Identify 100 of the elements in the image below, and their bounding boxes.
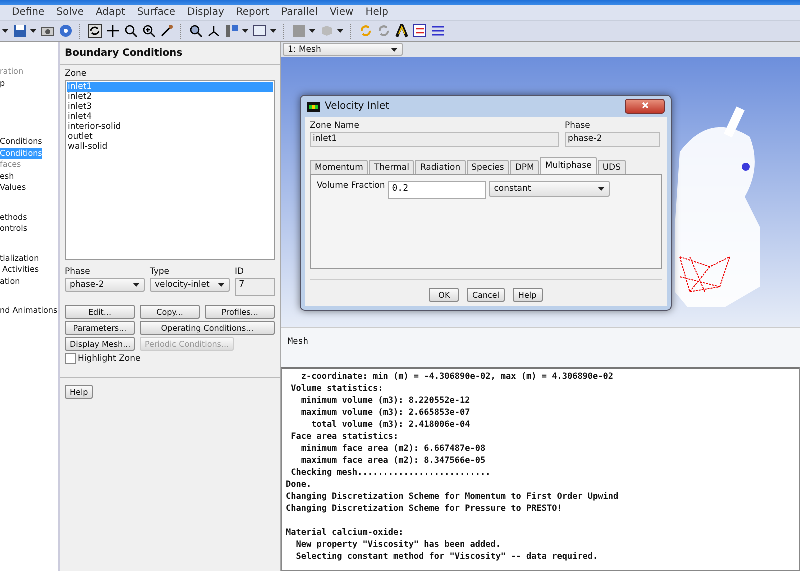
tree-item[interactable]: Activities [0, 265, 40, 274]
viewport-dropdown[interactable]: 1: Mesh [283, 43, 403, 56]
close-icon [642, 102, 648, 109]
tab[interactable]: Thermal [369, 160, 414, 174]
zone-name-label: Zone Name [310, 121, 360, 131]
console-line: Selecting constant method for "Viscosity" -- data required. [295, 551, 600, 563]
phase-dropdown[interactable]: phase-2 [65, 278, 145, 292]
zone-item[interactable]: outlet [67, 132, 273, 142]
zone-item[interactable]: inlet2 [67, 92, 273, 102]
zoom-icon[interactable] [123, 24, 138, 38]
list-icon[interactable] [430, 24, 445, 38]
type-dropdown[interactable]: velocity-inlet [150, 278, 230, 292]
id-field[interactable]: 7 [235, 278, 275, 296]
panel-button[interactable]: Edit... [65, 305, 135, 319]
tree-item[interactable]: esh [0, 172, 14, 180]
probe-icon[interactable] [159, 24, 174, 38]
console-line: Material calcium-oxide: [286, 527, 405, 539]
zone-list[interactable]: inlet1 inlet2 inlet3 inlet4 interior-solid outlet wall-solid [65, 80, 275, 260]
console-line: z-coordinate: min (m) = -4.306890e-02, max (m) = 4.306890e-02 [300, 371, 615, 383]
zone-item[interactable]: wall-solid [67, 142, 273, 152]
caret-icon [270, 29, 277, 33]
method-dropdown[interactable]: constant [489, 181, 610, 197]
phase-label: Phase [565, 121, 592, 131]
menu-item[interactable]: View [324, 7, 360, 18]
type-label: Type [150, 267, 171, 277]
tree-item[interactable]: Conditions [0, 137, 42, 146]
panel-button[interactable]: Parameters... [65, 321, 135, 335]
phase-label: Phase [65, 267, 92, 277]
zone-item[interactable]: inlet3 [67, 102, 273, 112]
panel-title: Boundary Conditions [60, 42, 280, 65]
panel-button[interactable]: Operating Conditions... [140, 321, 275, 335]
panel-button[interactable]: Profiles... [205, 305, 275, 319]
tree-item[interactable]: ation [0, 276, 20, 286]
caret-icon [133, 283, 140, 287]
rotate-icon[interactable] [87, 24, 102, 38]
move-icon[interactable] [105, 24, 120, 38]
menu-item[interactable]: Parallel [276, 7, 324, 18]
menu-item[interactable]: Solve [50, 7, 90, 18]
caret-icon [309, 29, 316, 33]
console-line: minimum face area (m2): 6.667487e-08 [300, 443, 487, 455]
tab[interactable]: DPM [510, 160, 540, 174]
dialog-button[interactable]: OK [429, 288, 460, 302]
zoom-in-icon[interactable] [141, 24, 156, 38]
menu-item[interactable]: Adapt [90, 7, 132, 18]
panel-button[interactable]: Copy... [140, 305, 200, 319]
caret-icon [391, 48, 398, 52]
tab[interactable]: UDS [598, 160, 626, 174]
zone-item[interactable]: inlet4 [67, 112, 273, 122]
checkbox[interactable] [65, 353, 76, 364]
help-icon[interactable] [58, 24, 73, 38]
volume-fraction-label: Volume Fraction [317, 181, 386, 191]
tab[interactable]: Momentum [310, 160, 368, 174]
close-button[interactable] [625, 99, 665, 114]
menu-item[interactable]: Display [182, 7, 230, 18]
checkbox-label: Highlight Zone [78, 354, 141, 364]
console-line: total volume (m3): 2.418006e-04 [310, 419, 472, 431]
caret-icon [598, 187, 606, 191]
console-line: Changing Discretization Scheme for Momentum to First Order Upwind [286, 491, 620, 503]
dialog-button[interactable]: Help [512, 288, 543, 302]
console-line: Changing Discretization Scheme for Pressure to PRESTO! [286, 503, 564, 515]
tree-item[interactable]: nd Animations [0, 306, 58, 315]
save-icon[interactable] [12, 24, 27, 38]
console-line: minimum volume (m3): 8.220552e-12 [300, 395, 472, 407]
tree-item[interactable]: p [0, 78, 6, 88]
peak-icon[interactable] [394, 24, 409, 38]
volume-fraction-field[interactable]: 0.2 [388, 181, 486, 199]
menu-item[interactable]: Help [360, 7, 395, 18]
caret-icon [30, 29, 37, 33]
viewport-caption: Mesh [281, 327, 800, 367]
window-icon[interactable] [252, 24, 267, 38]
tree-item[interactable]: Values [0, 183, 26, 192]
console-line: Volume statistics: [290, 383, 384, 395]
zone-label: Zone [65, 69, 88, 79]
menu-item[interactable]: Surface [131, 7, 182, 18]
tab[interactable]: Multiphase [540, 157, 597, 174]
zone-name-field[interactable]: inlet1 [310, 132, 559, 147]
panel-button[interactable]: Display Mesh... [65, 337, 135, 351]
console-line: Face area statistics: [290, 431, 400, 443]
tree-item[interactable]: tialization [0, 254, 40, 262]
tree-item[interactable]: ethods [0, 212, 28, 222]
console-line: maximum volume (m3): 2.665853e-07 [300, 407, 472, 419]
console-line: maximum face area (m2): 8.347566e-05 [300, 455, 487, 467]
app-icon [307, 102, 320, 112]
zone-item[interactable]: interior-solid [67, 122, 273, 132]
caret-icon [2, 29, 9, 33]
menu-item[interactable]: Define [6, 7, 51, 18]
dialog-button[interactable]: Cancel [467, 288, 505, 302]
tab[interactable]: Species [466, 160, 510, 174]
console-line: Done. [286, 479, 313, 491]
console-line: New property "Viscosity" has been added. [295, 539, 502, 551]
menu-item[interactable]: Report [230, 7, 276, 18]
dialog-title: Velocity Inlet [325, 101, 390, 112]
layout-icon[interactable] [224, 24, 239, 38]
zoom-to-fit-icon[interactable] [188, 24, 203, 38]
phase-field[interactable]: phase-2 [565, 132, 660, 147]
tab[interactable]: Radiation [415, 160, 466, 174]
id-label: ID [235, 267, 246, 277]
axes-icon[interactable] [206, 24, 221, 38]
tree-item[interactable]: ontrols [0, 224, 28, 233]
help-button[interactable]: Help [65, 385, 94, 399]
